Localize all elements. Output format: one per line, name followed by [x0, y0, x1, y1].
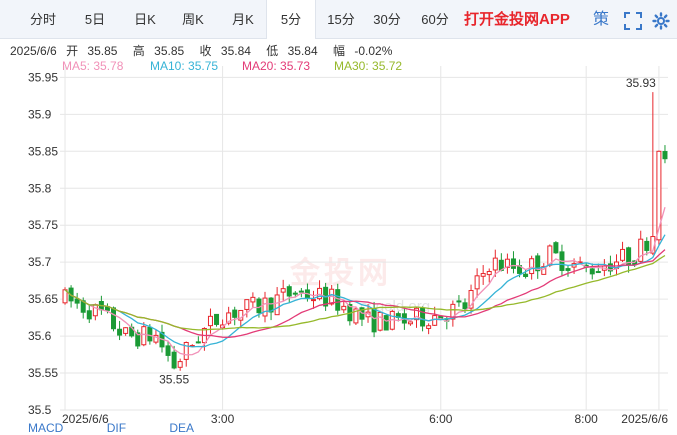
x-tick-label: 8:00: [575, 412, 599, 426]
candle-body: [644, 240, 650, 251]
y-tick-label: 35.65: [28, 292, 58, 306]
candle-body: [407, 321, 413, 325]
candle-body: [595, 271, 601, 274]
candle-body: [92, 304, 98, 317]
candle-body: [298, 290, 304, 293]
candle-body: [335, 289, 341, 311]
candle-body: [262, 297, 268, 317]
candle-body: [147, 326, 153, 342]
candle-body: [523, 273, 529, 277]
indicator-row: MACD DIF DEA: [28, 421, 234, 435]
candle-body: [456, 300, 462, 303]
annotation-label: 35.55: [159, 372, 189, 386]
ma5-line: [64, 207, 666, 356]
candle-body: [177, 361, 183, 368]
candle-body: [171, 351, 177, 369]
candlestick-chart: 35.95 35.9 35.85 35.8 35.75 35.7 35.65 35.6 35.5…: [28, 66, 668, 426]
candle-body: [565, 268, 571, 271]
candle-body: [462, 302, 468, 310]
candle-body: [286, 286, 292, 297]
candle-body: [280, 288, 286, 293]
ma10-line: [64, 234, 666, 348]
candle-body: [377, 311, 383, 331]
y-tick-label: 35.75: [28, 218, 58, 232]
candle-body: [165, 345, 171, 356]
dea-label: DEA: [169, 421, 195, 435]
candle-body: [341, 305, 347, 311]
candle-body: [141, 326, 147, 346]
candle-body: [553, 242, 559, 254]
x-tick-label: 2025/6/6: [621, 412, 668, 426]
candle-body: [662, 151, 668, 160]
candle-body: [486, 271, 492, 276]
dif-label: DIF: [106, 421, 127, 435]
candle-body: [310, 299, 316, 302]
y-tick-label: 35.7: [28, 255, 52, 269]
annotation-label: 35.93: [626, 76, 656, 90]
candle-body: [250, 296, 256, 303]
candle-body: [480, 273, 486, 277]
y-tick-label: 35.6: [28, 329, 52, 343]
candle-body: [529, 258, 535, 275]
candle-body: [474, 275, 480, 290]
candle-body: [426, 325, 432, 329]
candle-body: [274, 294, 280, 316]
x-tick-label: 6:00: [429, 412, 453, 426]
y-tick-label: 35.55: [28, 366, 58, 380]
candle-body: [214, 313, 220, 325]
y-axis-labels: 35.95 35.9 35.85 35.8 35.75 35.7 35.65 35.6 35.5…: [28, 70, 58, 417]
candle-body: [74, 298, 80, 304]
candle-body: [244, 299, 250, 310]
candle-body: [117, 328, 123, 336]
candle-body: [492, 257, 498, 271]
ma-lines: [64, 207, 666, 356]
candle-body: [195, 341, 201, 344]
y-tick-label: 35.9: [28, 107, 52, 121]
candle-body: [86, 310, 92, 320]
candle-body: [510, 258, 516, 269]
y-tick-label: 35.85: [28, 144, 58, 158]
candle-body: [420, 307, 426, 327]
candle-body: [620, 248, 626, 261]
candle-body: [123, 327, 129, 334]
y-tick-label: 35.5: [28, 403, 52, 417]
candle-body: [207, 315, 213, 327]
candle-body: [292, 292, 298, 295]
candle-body: [589, 268, 595, 275]
candle-body: [232, 309, 238, 318]
macd-label: MACD: [28, 421, 64, 435]
candle-body: [383, 315, 389, 331]
candle-body: [111, 307, 117, 330]
y-tick-label: 35.95: [28, 70, 58, 84]
candle-body: [371, 308, 377, 333]
y-tick-label: 35.8: [28, 181, 52, 195]
annotations: 35.93 35.55: [159, 76, 656, 386]
chart-grid: [60, 66, 668, 411]
ma20-line: [64, 249, 666, 338]
